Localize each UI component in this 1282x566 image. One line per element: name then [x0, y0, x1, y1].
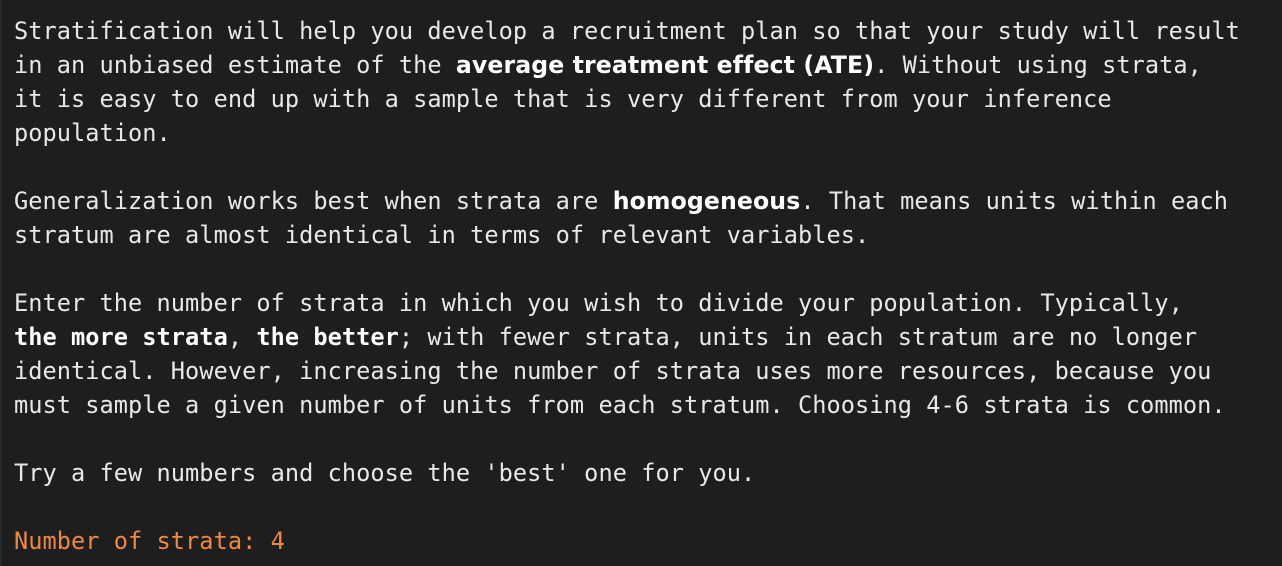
- bold-term-better: the better: [256, 323, 399, 351]
- paragraph3-line2-mid: ,: [227, 323, 257, 351]
- paragraph2-line1: Generalization works best when strata ar…: [14, 184, 1282, 218]
- paragraph1-line2: in an unbiased estimate of the average t…: [14, 48, 1282, 82]
- bold-term-more-strata: the more strata: [14, 323, 228, 351]
- bold-term-ate: average treatment effect (ATE): [455, 51, 875, 79]
- strata-prompt-label: Number of strata:: [14, 527, 271, 555]
- paragraph1-line2-post: . Without using strata,: [874, 51, 1202, 79]
- paragraph1-line2-pre: in an unbiased estimate of the: [14, 51, 456, 79]
- bold-term-homogeneous: homogeneous: [612, 187, 801, 215]
- paragraph3-line2-post: ; with fewer strata, units in each strat…: [398, 323, 1198, 351]
- strata-count-value[interactable]: 4: [271, 527, 285, 555]
- paragraph2-line2: stratum are almost identical in terms of…: [14, 221, 870, 249]
- paragraph3-line2: the more strata, the better; with fewer …: [14, 320, 1282, 354]
- paragraph1-line3: it is easy to end up with a sample that …: [14, 85, 1112, 113]
- paragraph3-line3: identical. However, increasing the numbe…: [14, 357, 1212, 385]
- paragraph1-line4: population.: [14, 119, 171, 147]
- paragraph4-line1: Try a few numbers and choose the 'best' …: [14, 459, 756, 487]
- paragraph3-line1: Enter the number of strata in which you …: [14, 289, 1183, 317]
- strata-input-prompt[interactable]: Number of strata: 4: [14, 524, 1282, 558]
- paragraph1-line1: Stratification will help you develop a r…: [14, 17, 1240, 45]
- console-output: Stratification will help you develop a r…: [0, 0, 1282, 566]
- paragraph2-line1-post: . That means units within each: [800, 187, 1228, 215]
- paragraph3-line4: must sample a given number of units from…: [14, 391, 1226, 419]
- paragraph2-line1-pre: Generalization works best when strata ar…: [14, 187, 613, 215]
